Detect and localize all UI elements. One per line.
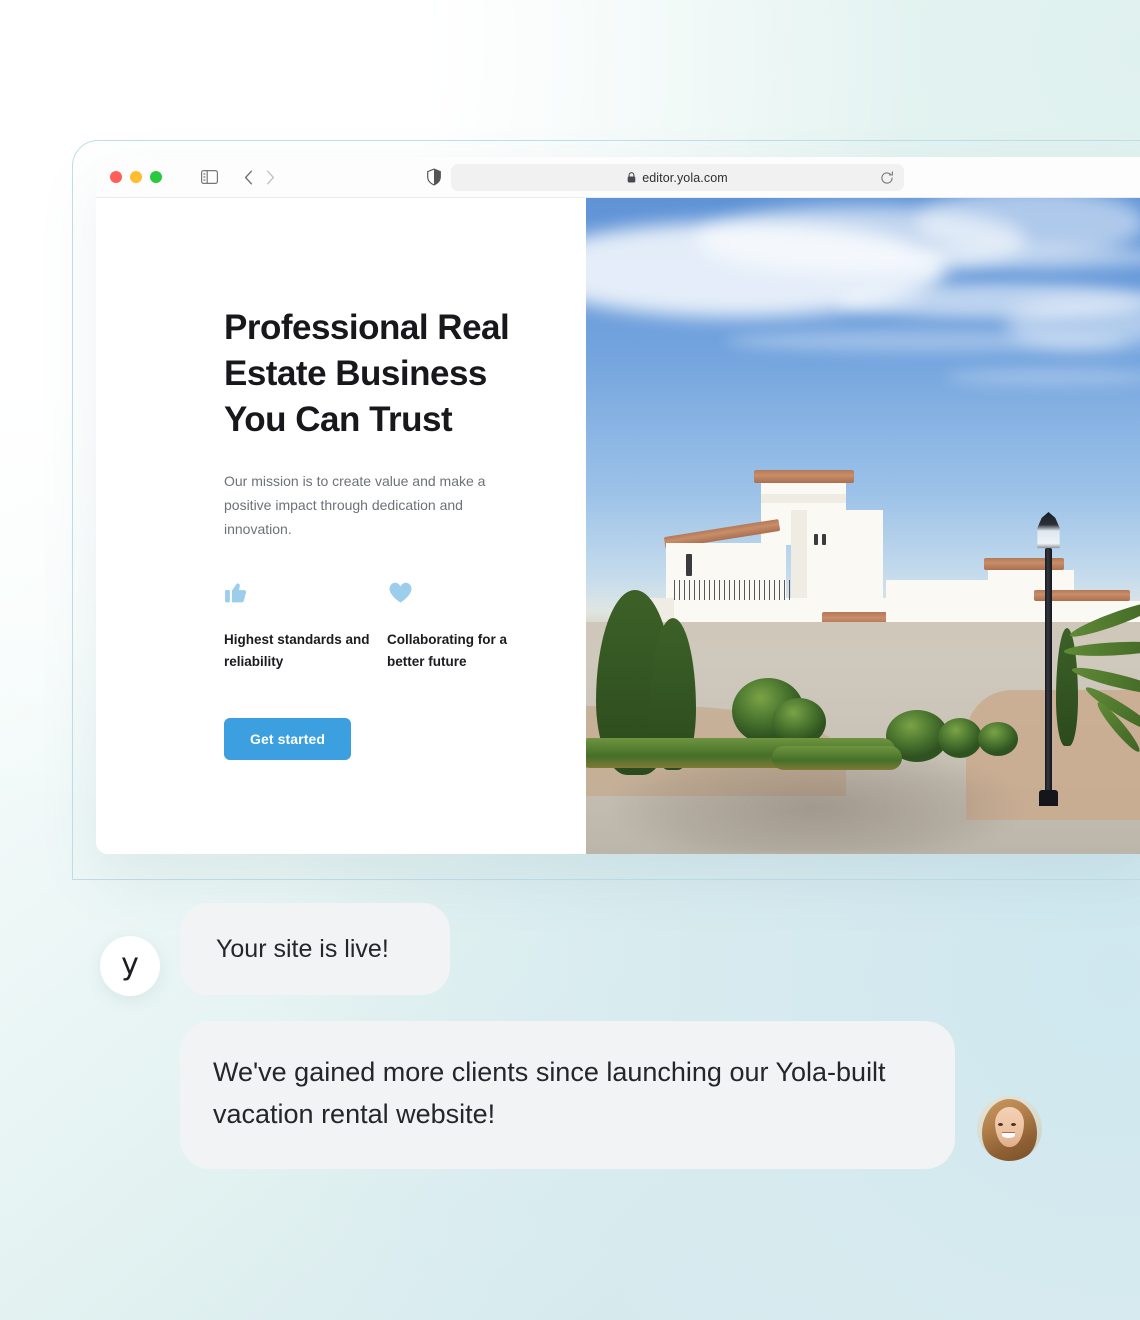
sidebar-icon[interactable] — [201, 170, 218, 184]
zoom-window-button[interactable] — [150, 171, 162, 183]
get-started-button[interactable]: Get started — [224, 718, 352, 760]
close-window-button[interactable] — [110, 171, 122, 183]
window-controls — [110, 171, 162, 183]
site-page-content: Professional Real Estate Business You Ca… — [96, 198, 1140, 854]
yola-avatar: y — [100, 936, 160, 996]
chat-message-text: We've gained more clients since launchin… — [213, 1057, 886, 1129]
page-title: Professional Real Estate Business You Ca… — [224, 308, 510, 439]
thumbs-up-icon — [224, 579, 387, 609]
feature-list: Highest standards and reliability Collab… — [224, 579, 586, 673]
browser-toolbar: editor.yola.com — [96, 157, 1140, 198]
lamp-base — [1039, 790, 1058, 806]
minimize-window-button[interactable] — [130, 171, 142, 183]
hero-image — [586, 198, 1140, 854]
yola-logo: y — [121, 947, 139, 982]
feature-label: Collaborating for a better future — [387, 632, 508, 669]
chat-message-text: Your site is live! — [216, 935, 389, 963]
chevron-right-icon[interactable] — [266, 170, 275, 185]
browser-window: editor.yola.com Professional Real Estate… — [96, 157, 1140, 854]
lock-icon — [627, 172, 636, 183]
lamp-post — [1045, 548, 1052, 798]
hero-paragraph: Our mission is to create value and make … — [224, 473, 486, 537]
feature-item-standards: Highest standards and reliability — [224, 579, 387, 673]
hero-text-column: Professional Real Estate Business You Ca… — [96, 198, 586, 854]
avatar — [977, 1096, 1042, 1161]
reload-icon[interactable] — [880, 170, 894, 185]
url-text: editor.yola.com — [642, 170, 728, 185]
shield-icon[interactable] — [427, 168, 441, 186]
heart-icon — [387, 579, 550, 609]
address-bar[interactable]: editor.yola.com — [451, 164, 904, 191]
feature-label: Highest standards and reliability — [224, 632, 370, 669]
chevron-left-icon[interactable] — [244, 170, 253, 185]
chat-bubble-customer: We've gained more clients since launchin… — [180, 1021, 955, 1169]
chat-bubble-yola: Your site is live! — [180, 903, 450, 995]
feature-item-collaboration: Collaborating for a better future — [387, 579, 550, 673]
